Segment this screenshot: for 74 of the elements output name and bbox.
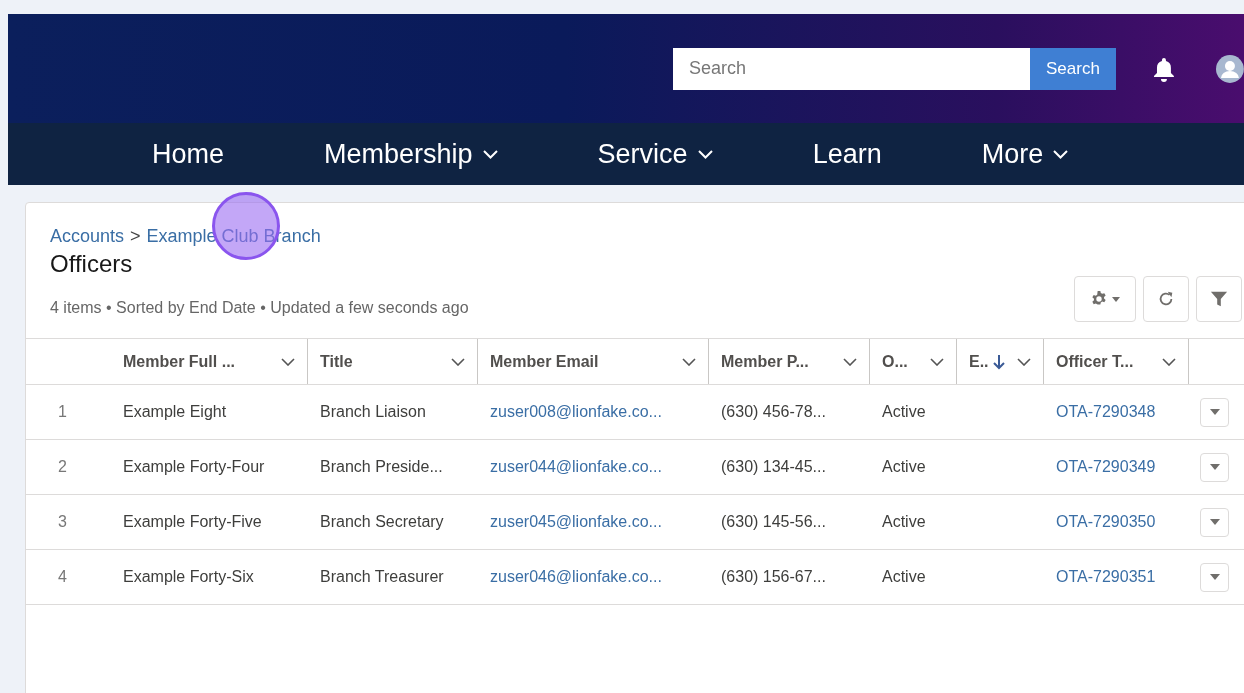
filter-icon [1210,290,1228,308]
table-cell: Example Eight [123,403,227,420]
nav-tab[interactable]: Service [597,133,713,175]
table-cell: Branch Secretary [320,513,444,530]
table-cell: Active [882,458,926,475]
table-link[interactable]: OTA-7290349 [1056,458,1156,475]
chevron-down-icon [843,357,857,366]
chevron-down-icon [482,149,498,159]
caret-icon [1112,296,1120,302]
table-link[interactable]: zuser044@lionfake.co... [490,458,662,475]
row-number: 4 [57,567,68,587]
table-cell: Active [882,403,926,420]
refresh-button[interactable] [1143,276,1189,322]
avatar-icon[interactable] [1216,54,1244,83]
caret-icon [1209,464,1220,470]
table-cell: (630) 456-78... [721,403,826,420]
caret-icon [1209,574,1220,580]
settings-menu-button[interactable] [1074,276,1136,322]
table-link[interactable]: OTA-7290350 [1056,513,1156,530]
table-link[interactable]: OTA-7290348 [1056,403,1156,420]
column-header[interactable]: O... [870,339,957,384]
nav-tab[interactable]: Home [152,133,225,175]
refresh-icon [1157,290,1175,308]
row-actions-button[interactable] [1200,452,1229,482]
list-summary: 4 items • Sorted by End Date • Updated a few seconds ago [50,298,469,318]
row-number: 2 [57,457,68,477]
chevron-down-icon [1162,357,1176,366]
table-link[interactable]: zuser008@lionfake.co... [490,403,662,420]
row-actions-button[interactable] [1200,562,1229,592]
table-cell: (630) 145-56... [721,513,826,530]
table-cell: Branch Liaison [320,403,426,420]
nav-tab[interactable]: Learn [812,133,882,175]
page-title: Officers [50,250,134,278]
column-header[interactable]: E.. [957,339,1044,384]
notification-bell-icon[interactable] [1152,55,1177,82]
table-cell: Branch Treasurer [320,568,444,585]
chevron-down-icon [1017,357,1031,366]
filter-button[interactable] [1196,276,1242,322]
table-cell: Branch Preside... [320,458,443,475]
gear-icon [1090,290,1108,308]
caret-icon [1209,409,1220,415]
row-number: 1 [57,402,68,422]
nav-tab[interactable]: More [981,133,1069,175]
row-number: 3 [57,512,68,532]
column-header[interactable]: Member P... [709,339,870,384]
table-cell: (630) 156-67... [721,568,826,585]
chevron-down-icon [1053,149,1069,159]
table-cell: Example Forty-Six [123,568,254,585]
sort-down-arrow-icon [992,353,1005,370]
nav-tab[interactable]: Membership [324,133,498,175]
search-button[interactable]: Search [1029,47,1117,90]
row-actions-button[interactable] [1200,397,1229,427]
column-header[interactable]: Title [308,339,478,384]
column-header[interactable]: Officer T... [1044,339,1189,384]
table-cell: Active [882,513,926,530]
chevron-down-icon [930,357,944,366]
chevron-down-icon [697,149,713,159]
table-cell: Example Forty-Five [123,513,262,530]
caret-icon [1209,519,1220,525]
chevron-down-icon [682,357,696,366]
chevron-down-icon [281,357,295,366]
column-header[interactable]: Member Email [478,339,709,384]
column-header[interactable]: Member Full ... [111,339,308,384]
breadcrumb-separator: > [130,225,141,248]
table-link[interactable]: OTA-7290351 [1056,568,1156,585]
row-actions-button[interactable] [1200,507,1229,537]
chevron-down-icon [451,357,465,366]
table-link[interactable]: zuser046@lionfake.co... [490,568,662,585]
search-field[interactable]: Search [673,47,1030,90]
breadcrumb-link[interactable]: Accounts [50,223,125,250]
table-cell: Active [882,568,926,585]
table-link[interactable]: zuser045@lionfake.co... [490,513,662,530]
table-cell: (630) 134-45... [721,458,826,475]
table-cell: Example Forty-Four [123,458,265,475]
